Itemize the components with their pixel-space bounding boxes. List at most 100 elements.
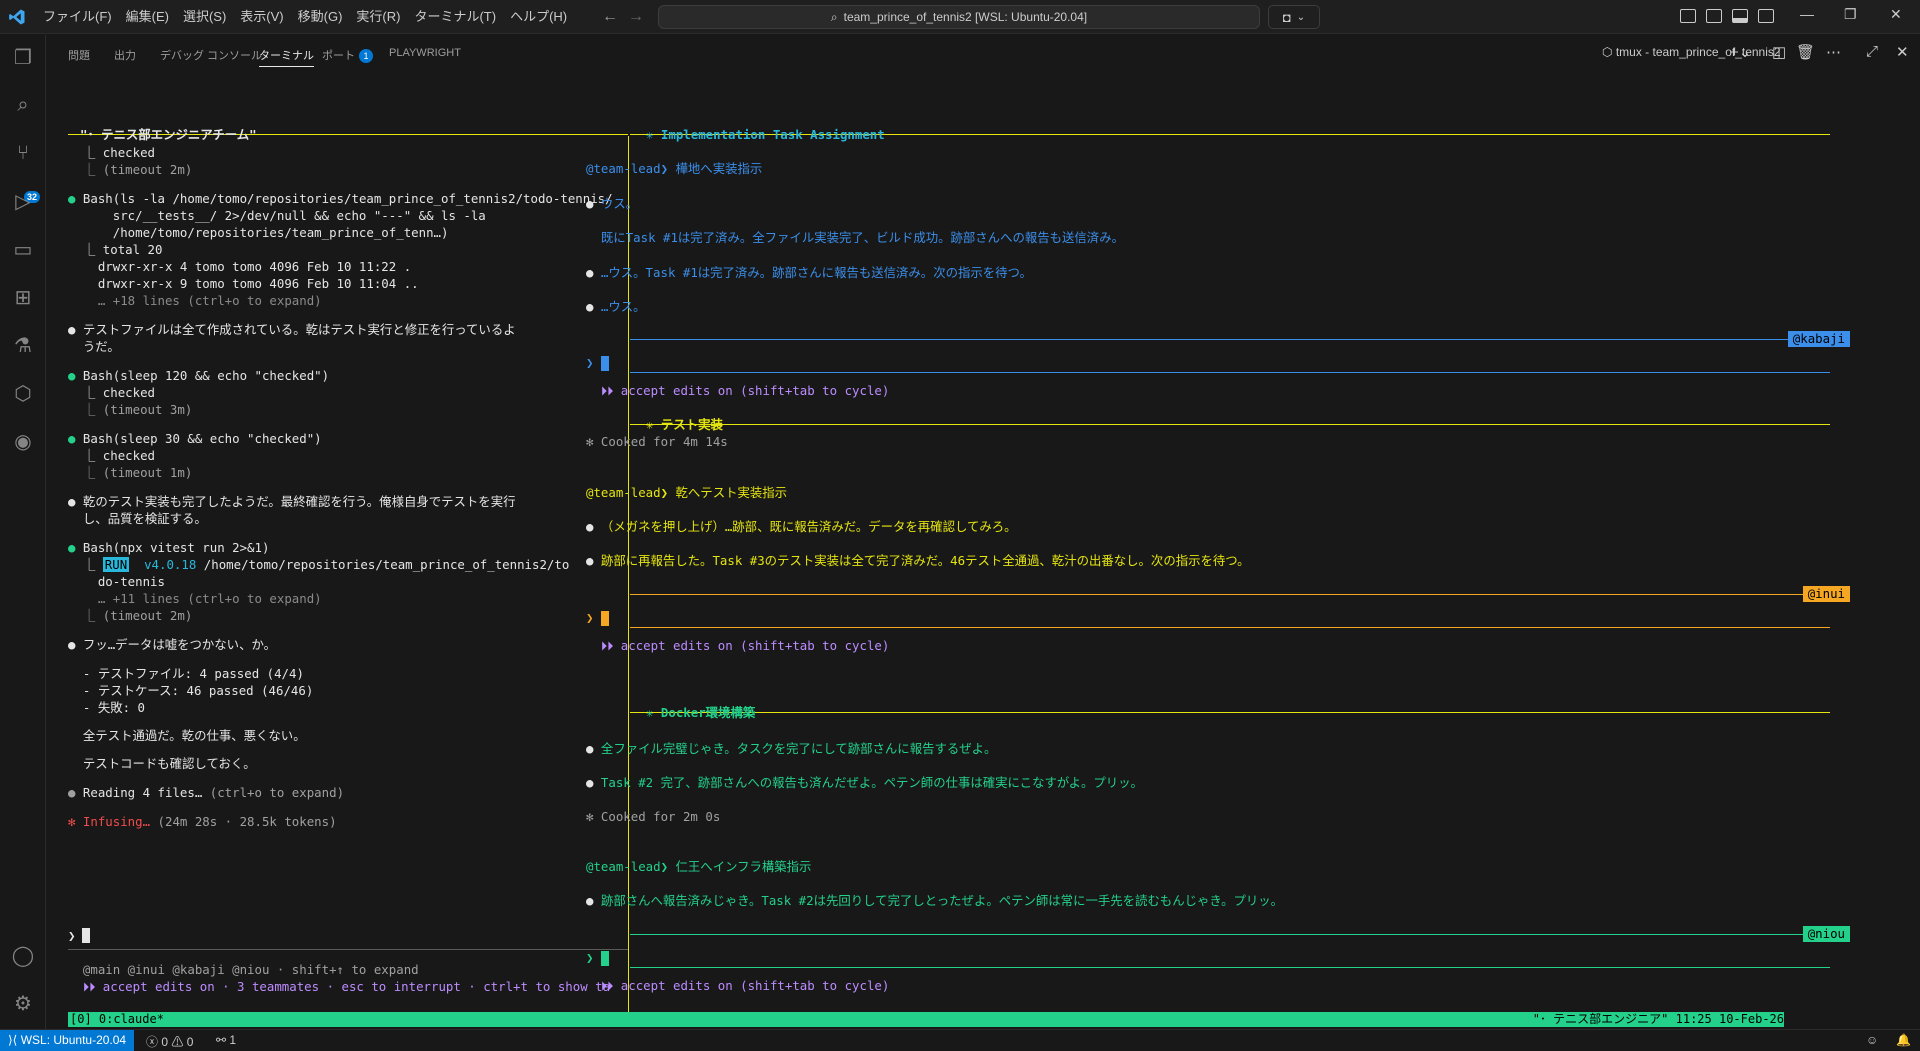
menu-item-4[interactable]: 移動(G) bbox=[291, 0, 350, 34]
search-icon[interactable]: ⌕ bbox=[11, 93, 35, 117]
github-icon[interactable]: ◉ bbox=[11, 429, 35, 453]
pane1-line-2: ● …ウス。Task #1は完了済み。跡部さんに報告も送信済み。次の指示を待つ。 bbox=[586, 265, 1032, 280]
close-panel-icon[interactable]: ✕ bbox=[1896, 43, 1909, 61]
window-title: team_prince_of_tennis2 [WSL: Ubuntu-20.0… bbox=[843, 10, 1088, 24]
inui-tag: @inui bbox=[1802, 586, 1850, 602]
pane3-input-bottom bbox=[630, 967, 1830, 968]
left-line-7: drwxr-xr-x 9 tomo tomo 4096 Feb 10 11:04… bbox=[68, 276, 419, 291]
pane3-line-1: ● Task #2 完了、跡部さんへの報告も済んだぜよ。ペテン師の仕事は確実にこ… bbox=[586, 775, 1143, 790]
pane2-prompt[interactable]: ❯ bbox=[586, 609, 609, 626]
maximize-panel-icon[interactable]: ⤢ bbox=[1866, 43, 1878, 60]
search-icon: ⌕ bbox=[830, 9, 838, 24]
terminal-name[interactable]: ⬡ tmux - team_prince_of_tennis2 bbox=[1602, 45, 1781, 59]
pane3-command: @team-lead❯ 仁王へインフラ構築指示 bbox=[586, 859, 812, 874]
pane3-prompt[interactable]: ❯ bbox=[586, 949, 609, 966]
restore-icon[interactable]: ❐ bbox=[1844, 6, 1857, 23]
pane2-cooked: ✻ Cooked for 4m 14s bbox=[586, 434, 728, 449]
left-line-16: ⎿ (timeout 1m) bbox=[68, 465, 193, 480]
left-line-10: うだ。 bbox=[68, 339, 120, 354]
terminal-name-label: tmux - team_prince_of_tennis2 bbox=[1615, 45, 1781, 59]
pane1-prompt[interactable]: ❯ bbox=[586, 354, 609, 371]
extensions-icon[interactable]: ⊞ bbox=[11, 285, 35, 309]
left-footer-border bbox=[68, 949, 628, 950]
ports-indicator[interactable]: ⚯ 1 bbox=[216, 1033, 236, 1047]
tab-ports-label: ポート bbox=[322, 50, 355, 62]
left-cursor[interactable] bbox=[82, 928, 90, 943]
left-line-1: ⎿ (timeout 2m) bbox=[68, 162, 193, 177]
settings-gear-icon[interactable]: ⚙ bbox=[11, 991, 35, 1015]
copilot-status-icon[interactable]: ☺ bbox=[1866, 1033, 1878, 1047]
left-line-31: ✻ Infusing… (24m 28s · 28.5k tokens) bbox=[68, 814, 337, 829]
pane1-command: @team-lead❯ 樺地へ実装指示 bbox=[586, 161, 763, 176]
pane1-line-1: 既にTask #1は完了済み。全ファイル実装完了、ビルド成功。跡部さんへの報告も… bbox=[586, 230, 1124, 245]
notifications-bell-icon[interactable]: 🔔 bbox=[1896, 1033, 1911, 1047]
split-terminal-icon[interactable]: ◫ bbox=[1772, 43, 1786, 61]
testing-icon[interactable]: ⚗ bbox=[11, 333, 35, 357]
menu-item-2[interactable]: 選択(S) bbox=[176, 0, 233, 34]
tab-playwright[interactable]: PLAYWRIGHT bbox=[389, 47, 461, 59]
left-line-22: … +11 lines (ctrl+o to expand) bbox=[68, 591, 322, 606]
left-prompt: ❯ bbox=[68, 928, 76, 943]
toggle-panel-icon[interactable] bbox=[1732, 9, 1748, 23]
pane2-title: ✳ テスト実装 bbox=[646, 417, 723, 432]
tab-problems[interactable]: 問題 bbox=[68, 47, 90, 63]
tab-ports[interactable]: ポート 1 bbox=[322, 47, 373, 63]
menu-item-7[interactable]: ヘルプ(H) bbox=[503, 0, 574, 34]
new-terminal-icon[interactable]: +⌄ bbox=[1730, 43, 1751, 61]
menu-item-0[interactable]: ファイル(F) bbox=[36, 0, 119, 34]
menu-item-1[interactable]: 編集(E) bbox=[119, 0, 176, 34]
left-pane-title: "･ テニス部エンジニアチーム" bbox=[80, 127, 257, 142]
pane2-top-border bbox=[630, 424, 1830, 425]
run-debug-icon[interactable]: ▷ bbox=[11, 189, 35, 213]
terminal[interactable]: "･ テニス部エンジニアチーム" ⎿ checked ⎿ (timeout 2m… bbox=[46, 72, 1920, 1029]
left-line-19: ● Bash(npx vitest run 2>&1) bbox=[68, 540, 270, 555]
left-line-23: ⎿ (timeout 2m) bbox=[68, 608, 193, 623]
source-control-icon[interactable]: ⑂ bbox=[11, 141, 35, 165]
menu-item-3[interactable]: 表示(V) bbox=[233, 0, 290, 34]
errors-count: 0 bbox=[161, 1035, 169, 1049]
close-icon[interactable]: ✕ bbox=[1890, 6, 1902, 23]
menu-item-5[interactable]: 実行(R) bbox=[349, 0, 407, 34]
account-icon[interactable]: ◯ bbox=[11, 943, 35, 967]
pane2-mode: ⏵⏵ accept edits on (shift+tab to cycle) bbox=[586, 638, 890, 653]
terminal-icon: ⬡ bbox=[1602, 45, 1616, 59]
command-center-search[interactable]: ⌕ team_prince_of_tennis2 [WSL: Ubuntu-20… bbox=[658, 5, 1260, 29]
left-line-11: ● Bash(sleep 120 && echo "checked") bbox=[68, 368, 330, 383]
containers-icon[interactable]: ⬡ bbox=[11, 381, 35, 405]
left-line-21: do-tennis bbox=[68, 574, 165, 589]
toggle-primary-sidebar-icon[interactable] bbox=[1706, 9, 1722, 23]
explorer-icon[interactable]: ❐ bbox=[11, 45, 35, 69]
pane2-input-border bbox=[630, 594, 1830, 595]
tab-debug-console[interactable]: デバッグ コンソール bbox=[160, 47, 262, 63]
tab-terminal[interactable]: ターミナル bbox=[259, 47, 314, 67]
back-arrow-icon[interactable]: ← bbox=[602, 8, 618, 26]
left-footer-agents: @main @inui @kabaji @niou · shift+↑ to e… bbox=[68, 962, 419, 977]
left-line-6: drwxr-xr-x 4 tomo tomo 4096 Feb 10 11:22… bbox=[68, 259, 412, 274]
ports-count: 1 bbox=[229, 1033, 237, 1047]
copilot-chat-button[interactable]: ◘ ⌄ bbox=[1268, 5, 1320, 29]
remote-label: WSL: Ubuntu-20.04 bbox=[20, 1033, 127, 1047]
left-line-25: - テストファイル: 4 passed (4/4) bbox=[68, 666, 304, 681]
remote-indicator[interactable]: ⟩⟨ WSL: Ubuntu-20.04 bbox=[0, 1030, 135, 1051]
pane3-top-border bbox=[630, 712, 1830, 713]
problems-indicator[interactable]: ⓧ 0 ⚠ 0 bbox=[146, 1033, 193, 1050]
pane1-line-0: ● ウス。 bbox=[586, 196, 639, 211]
layout-customize-icon[interactable] bbox=[1680, 9, 1696, 23]
forward-arrow-icon[interactable]: → bbox=[628, 8, 644, 26]
tab-output[interactable]: 出力 bbox=[114, 47, 136, 63]
more-actions-icon[interactable]: ⋯ bbox=[1826, 43, 1841, 61]
toggle-secondary-sidebar-icon[interactable] bbox=[1758, 9, 1774, 23]
trash-icon[interactable]: 🗑 bbox=[1796, 43, 1815, 61]
left-line-4: /home/tomo/repositories/team_prince_of_t… bbox=[68, 225, 449, 240]
minimize-icon[interactable]: — bbox=[1800, 6, 1814, 22]
pane1-title: ✳ Implementation Task Assignment bbox=[646, 127, 885, 142]
pane1-mode: ⏵⏵ accept edits on (shift+tab to cycle) bbox=[586, 383, 890, 398]
left-line-30: ● Reading 4 files… (ctrl+o to expand) bbox=[68, 785, 345, 800]
menu-item-6[interactable]: ターミナル(T) bbox=[407, 0, 503, 34]
left-line-5: ⎿ total 20 bbox=[68, 242, 163, 257]
chat-icon: ◘ bbox=[1282, 9, 1291, 25]
menu-bar: ファイル(F) 編集(E) 選択(S) 表示(V) 移動(G) 実行(R) ターミナル(T)… bbox=[36, 0, 574, 34]
chevron-down-icon: ⌄ bbox=[1296, 11, 1306, 23]
left-line-20: ⎿ RUN v4.0.18 /home/tomo/repositories/te… bbox=[68, 557, 570, 572]
remote-explorer-icon[interactable]: ▭ bbox=[11, 237, 35, 261]
